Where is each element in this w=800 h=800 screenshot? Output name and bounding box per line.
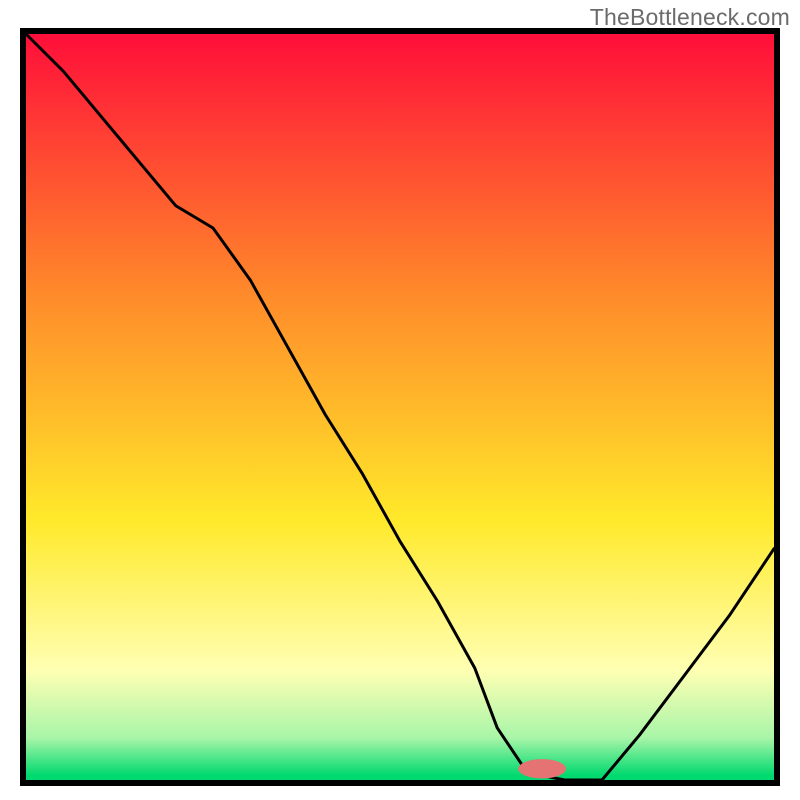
heatmap-gradient [23, 31, 777, 783]
chart-frame: TheBottleneck.com [0, 0, 800, 800]
plot-area [20, 28, 780, 786]
chart-svg [20, 28, 780, 786]
watermark-text: TheBottleneck.com [590, 4, 790, 31]
optimal-marker [518, 759, 566, 778]
